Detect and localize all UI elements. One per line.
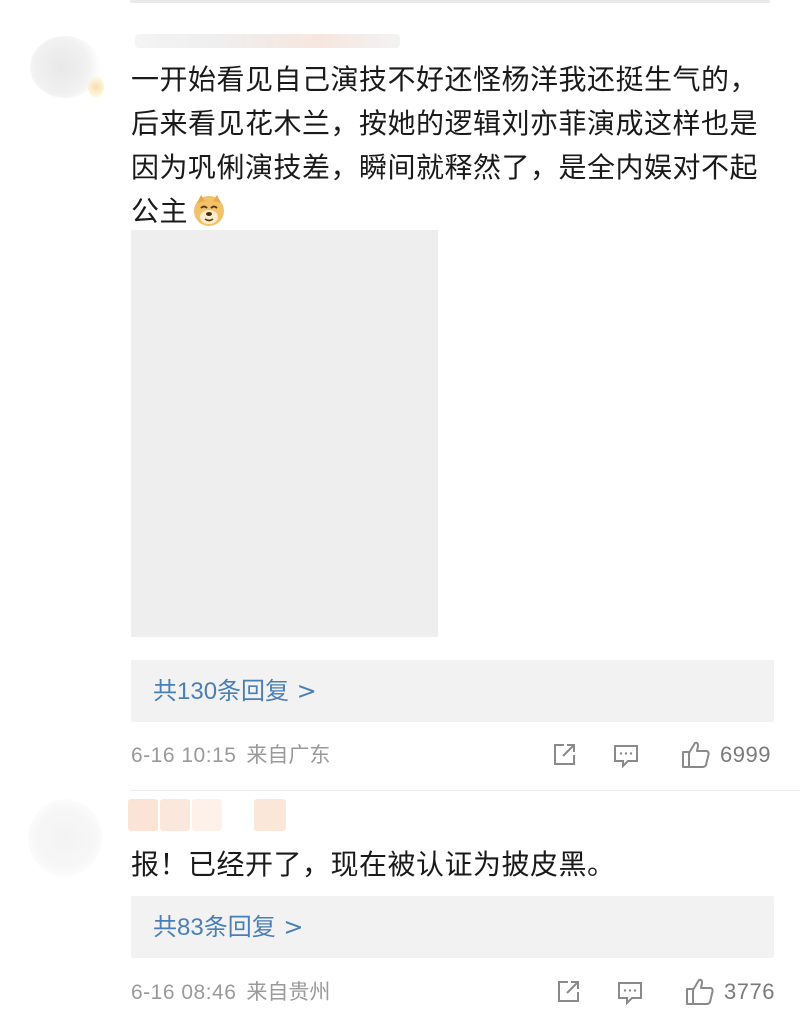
location: 来自贵州 [246, 980, 331, 1004]
comment-image[interactable] [131, 230, 438, 637]
comment-body: 报！已经开了，现在被认证为披皮黑。 [131, 848, 616, 881]
replies-count: 130 [177, 678, 218, 705]
thumbs-up-icon[interactable] [680, 739, 712, 771]
avatar-badge [88, 76, 104, 98]
replies-suffix: 条回复 > [203, 913, 304, 941]
timestamp: 6-16 08:46 [131, 981, 237, 1004]
comment-item: 一开始看见自己演技不好还怪杨洋我还挺生气的，后来看见花木兰，按她的逻辑刘亦菲演成… [0, 0, 800, 790]
comment-actions: 6999 [550, 735, 771, 775]
comment-item: 报！已经开了，现在被认证为披皮黑。 共83条回复 > 6-16 08:46 来自贵… [0, 791, 800, 1021]
replies-link[interactable]: 共130条回复 > [131, 660, 774, 722]
share-icon[interactable] [554, 978, 582, 1006]
comment-meta: 6-16 10:15 来自广东 [131, 735, 330, 775]
replies-prefix: 共 [153, 913, 177, 941]
username[interactable] [128, 799, 288, 831]
username[interactable] [135, 34, 400, 48]
replies-count: 83 [177, 914, 204, 941]
comment-icon[interactable] [612, 741, 640, 769]
replies-suffix: 条回复 > [217, 677, 317, 705]
comment-meta: 6-16 08:46 来自贵州 [131, 972, 330, 1012]
thumbs-up-icon[interactable] [684, 976, 716, 1008]
replies-link[interactable]: 共83条回复 > [131, 896, 774, 958]
comment-text: 报！已经开了，现在被认证为披皮黑。 [131, 843, 771, 887]
timestamp: 6-16 10:15 [131, 744, 237, 767]
comment-actions: 3776 [554, 972, 775, 1012]
avatar[interactable] [28, 799, 102, 877]
location: 来自广东 [246, 743, 331, 767]
comment-icon[interactable] [616, 978, 644, 1006]
share-icon[interactable] [550, 741, 578, 769]
like-count: 6999 [720, 742, 771, 767]
comment-text: 一开始看见自己演技不好还怪杨洋我还挺生气的，后来看见花木兰，按她的逻辑刘亦菲演成… [131, 58, 771, 234]
replies-prefix: 共 [153, 677, 177, 705]
like-count: 3776 [724, 979, 775, 1004]
doge-emoji-icon [192, 193, 226, 227]
